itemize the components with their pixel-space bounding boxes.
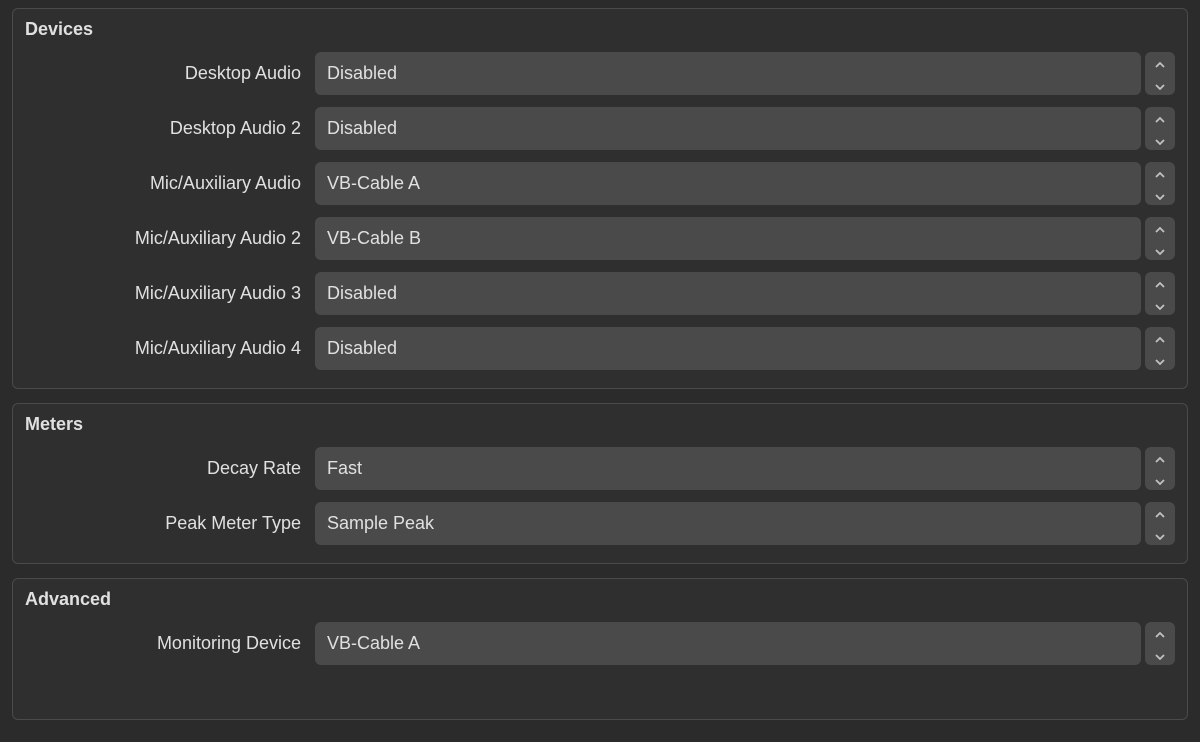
mic-aux-audio-2-stepper[interactable] <box>1145 217 1175 260</box>
monitoring-device-stepper[interactable] <box>1145 622 1175 665</box>
mic-aux-audio-row: Mic/Auxiliary Audio VB-Cable A <box>25 162 1175 205</box>
meters-section-title: Meters <box>25 414 1175 435</box>
mic-aux-audio-3-label: Mic/Auxiliary Audio 3 <box>25 272 303 315</box>
mic-aux-audio-select[interactable]: VB-Cable A <box>315 162 1141 205</box>
chevron-up-icon <box>1155 217 1165 238</box>
decay-rate-row: Decay Rate Fast <box>25 447 1175 490</box>
desktop-audio-label: Desktop Audio <box>25 52 303 95</box>
desktop-audio-2-select[interactable]: Disabled <box>315 107 1141 150</box>
mic-aux-audio-2-select[interactable]: VB-Cable B <box>315 217 1141 260</box>
chevron-up-icon <box>1155 52 1165 73</box>
chevron-down-icon <box>1155 239 1165 260</box>
advanced-section-title: Advanced <box>25 589 1175 610</box>
peak-meter-type-select[interactable]: Sample Peak <box>315 502 1141 545</box>
desktop-audio-stepper[interactable] <box>1145 52 1175 95</box>
desktop-audio-2-row: Desktop Audio 2 Disabled <box>25 107 1175 150</box>
desktop-audio-2-label: Desktop Audio 2 <box>25 107 303 150</box>
mic-aux-audio-4-label: Mic/Auxiliary Audio 4 <box>25 327 303 370</box>
chevron-up-icon <box>1155 622 1165 643</box>
desktop-audio-select[interactable]: Disabled <box>315 52 1141 95</box>
mic-aux-audio-4-row: Mic/Auxiliary Audio 4 Disabled <box>25 327 1175 370</box>
chevron-down-icon <box>1155 644 1165 665</box>
chevron-up-icon <box>1155 162 1165 183</box>
chevron-up-icon <box>1155 447 1165 468</box>
mic-aux-audio-2-row: Mic/Auxiliary Audio 2 VB-Cable B <box>25 217 1175 260</box>
devices-section-title: Devices <box>25 19 1175 40</box>
advanced-section: Advanced Monitoring Device VB-Cable A <box>12 578 1188 720</box>
peak-meter-type-stepper[interactable] <box>1145 502 1175 545</box>
mic-aux-audio-2-label: Mic/Auxiliary Audio 2 <box>25 217 303 260</box>
mic-aux-audio-3-stepper[interactable] <box>1145 272 1175 315</box>
chevron-up-icon <box>1155 107 1165 128</box>
decay-rate-stepper[interactable] <box>1145 447 1175 490</box>
meters-section: Meters Decay Rate Fast Peak Meter Type S… <box>12 403 1188 564</box>
monitoring-device-row: Monitoring Device VB-Cable A <box>25 622 1175 665</box>
mic-aux-audio-4-select[interactable]: Disabled <box>315 327 1141 370</box>
mic-aux-audio-3-row: Mic/Auxiliary Audio 3 Disabled <box>25 272 1175 315</box>
mic-aux-audio-label: Mic/Auxiliary Audio <box>25 162 303 205</box>
chevron-down-icon <box>1155 74 1165 95</box>
peak-meter-type-row: Peak Meter Type Sample Peak <box>25 502 1175 545</box>
mic-aux-audio-4-stepper[interactable] <box>1145 327 1175 370</box>
chevron-down-icon <box>1155 349 1165 370</box>
monitoring-device-label: Monitoring Device <box>25 622 303 665</box>
chevron-down-icon <box>1155 524 1165 545</box>
desktop-audio-row: Desktop Audio Disabled <box>25 52 1175 95</box>
chevron-up-icon <box>1155 327 1165 348</box>
mic-aux-audio-3-select[interactable]: Disabled <box>315 272 1141 315</box>
decay-rate-select[interactable]: Fast <box>315 447 1141 490</box>
chevron-down-icon <box>1155 129 1165 150</box>
desktop-audio-2-stepper[interactable] <box>1145 107 1175 150</box>
peak-meter-type-label: Peak Meter Type <box>25 502 303 545</box>
chevron-down-icon <box>1155 294 1165 315</box>
decay-rate-label: Decay Rate <box>25 447 303 490</box>
devices-section: Devices Desktop Audio Disabled Desktop A… <box>12 8 1188 389</box>
mic-aux-audio-stepper[interactable] <box>1145 162 1175 205</box>
chevron-up-icon <box>1155 272 1165 293</box>
chevron-down-icon <box>1155 469 1165 490</box>
monitoring-device-select[interactable]: VB-Cable A <box>315 622 1141 665</box>
chevron-up-icon <box>1155 502 1165 523</box>
chevron-down-icon <box>1155 184 1165 205</box>
